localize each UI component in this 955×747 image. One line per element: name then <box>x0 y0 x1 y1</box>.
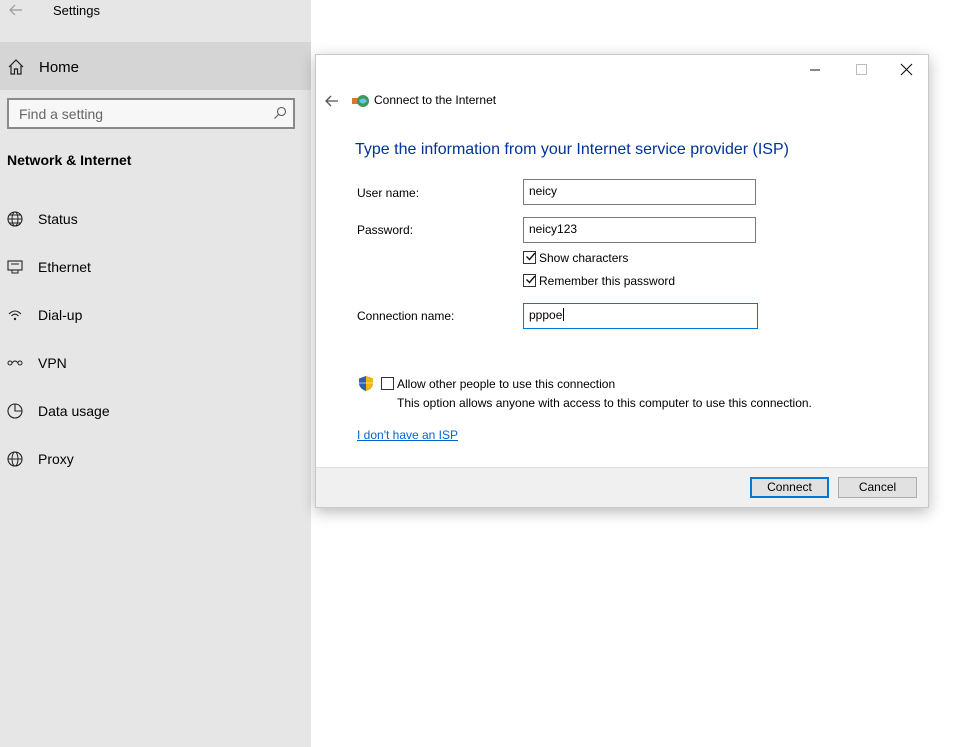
back-arrow-icon[interactable] <box>324 93 340 109</box>
allow-others-description: This option allows anyone with access to… <box>397 396 812 410</box>
dialup-icon <box>8 310 22 321</box>
sidebar-item-proxy[interactable]: Proxy <box>0 441 311 477</box>
ethernet-icon <box>7 260 23 274</box>
home-icon <box>8 59 24 75</box>
vpn-icon <box>7 360 23 366</box>
sidebar-item-label: Status <box>38 211 78 227</box>
username-field[interactable]: neicy <box>523 179 756 205</box>
sidebar-item-label: Home <box>39 59 80 76</box>
cancel-button[interactable]: Cancel <box>838 477 917 498</box>
no-isp-link[interactable]: I don't have an ISP <box>357 428 458 442</box>
checkmark-icon <box>526 252 536 261</box>
show-characters-checkbox[interactable] <box>523 251 536 264</box>
maximize-icon <box>856 64 867 75</box>
sidebar-item-vpn[interactable]: VPN <box>0 345 311 381</box>
uac-shield-icon <box>359 376 373 391</box>
checkmark-icon <box>526 275 536 284</box>
connection-name-field[interactable]: pppoe <box>523 303 758 329</box>
connection-name-value: pppoe <box>529 308 563 322</box>
maximize-button[interactable] <box>838 55 884 85</box>
dialog-footer: Connect Cancel <box>316 467 928 507</box>
sidebar-item-label: Data usage <box>38 403 110 419</box>
search-icon <box>274 106 287 119</box>
sidebar-item-label: Ethernet <box>38 259 91 275</box>
search-placeholder: Find a setting <box>19 106 104 122</box>
connect-button[interactable]: Connect <box>750 477 829 498</box>
remember-password-checkbox[interactable] <box>523 274 536 287</box>
minimize-icon <box>810 69 820 71</box>
sidebar-item-data-usage[interactable]: Data usage <box>0 393 311 429</box>
search-input[interactable]: Find a setting <box>7 98 295 129</box>
settings-app-title: Settings <box>53 3 100 18</box>
dialog-heading: Type the information from your Internet … <box>355 141 789 158</box>
allow-others-label: Allow other people to use this connectio… <box>397 377 616 391</box>
back-arrow-icon[interactable] <box>8 2 24 18</box>
sidebar-item-status[interactable]: Status <box>0 201 311 237</box>
sidebar-item-label: Dial-up <box>38 307 83 323</box>
data-usage-icon <box>7 403 23 419</box>
minimize-button[interactable] <box>792 55 838 85</box>
text-caret <box>563 308 565 321</box>
dialog-title: Connect to the Internet <box>374 93 497 107</box>
sidebar-item-dialup[interactable]: Dial-up <box>0 297 311 333</box>
sidebar-item-home[interactable]: Home <box>0 42 311 90</box>
connection-name-label: Connection name: <box>357 309 455 323</box>
close-icon <box>900 63 913 76</box>
allow-others-checkbox[interactable] <box>381 377 394 390</box>
sidebar-item-label: VPN <box>38 355 67 371</box>
close-button[interactable] <box>884 55 930 85</box>
password-label: Password: <box>357 223 414 237</box>
globe-proxy-icon <box>7 451 23 467</box>
section-title: Network & Internet <box>7 152 132 168</box>
show-characters-label: Show characters <box>539 251 629 265</box>
connect-dialog: Connect to the Internet Type the informa… <box>315 54 929 508</box>
globe-status-icon <box>7 211 23 227</box>
network-globe-icon <box>352 95 369 107</box>
username-label: User name: <box>357 186 420 200</box>
remember-password-label: Remember this password <box>539 274 676 288</box>
password-field[interactable]: neicy123 <box>523 217 756 243</box>
sidebar-item-ethernet[interactable]: Ethernet <box>0 249 311 285</box>
settings-sidebar: Settings Home Find a setting Network & I… <box>0 0 311 747</box>
settings-title-bar: Settings <box>0 0 311 24</box>
sidebar-item-label: Proxy <box>38 451 74 467</box>
